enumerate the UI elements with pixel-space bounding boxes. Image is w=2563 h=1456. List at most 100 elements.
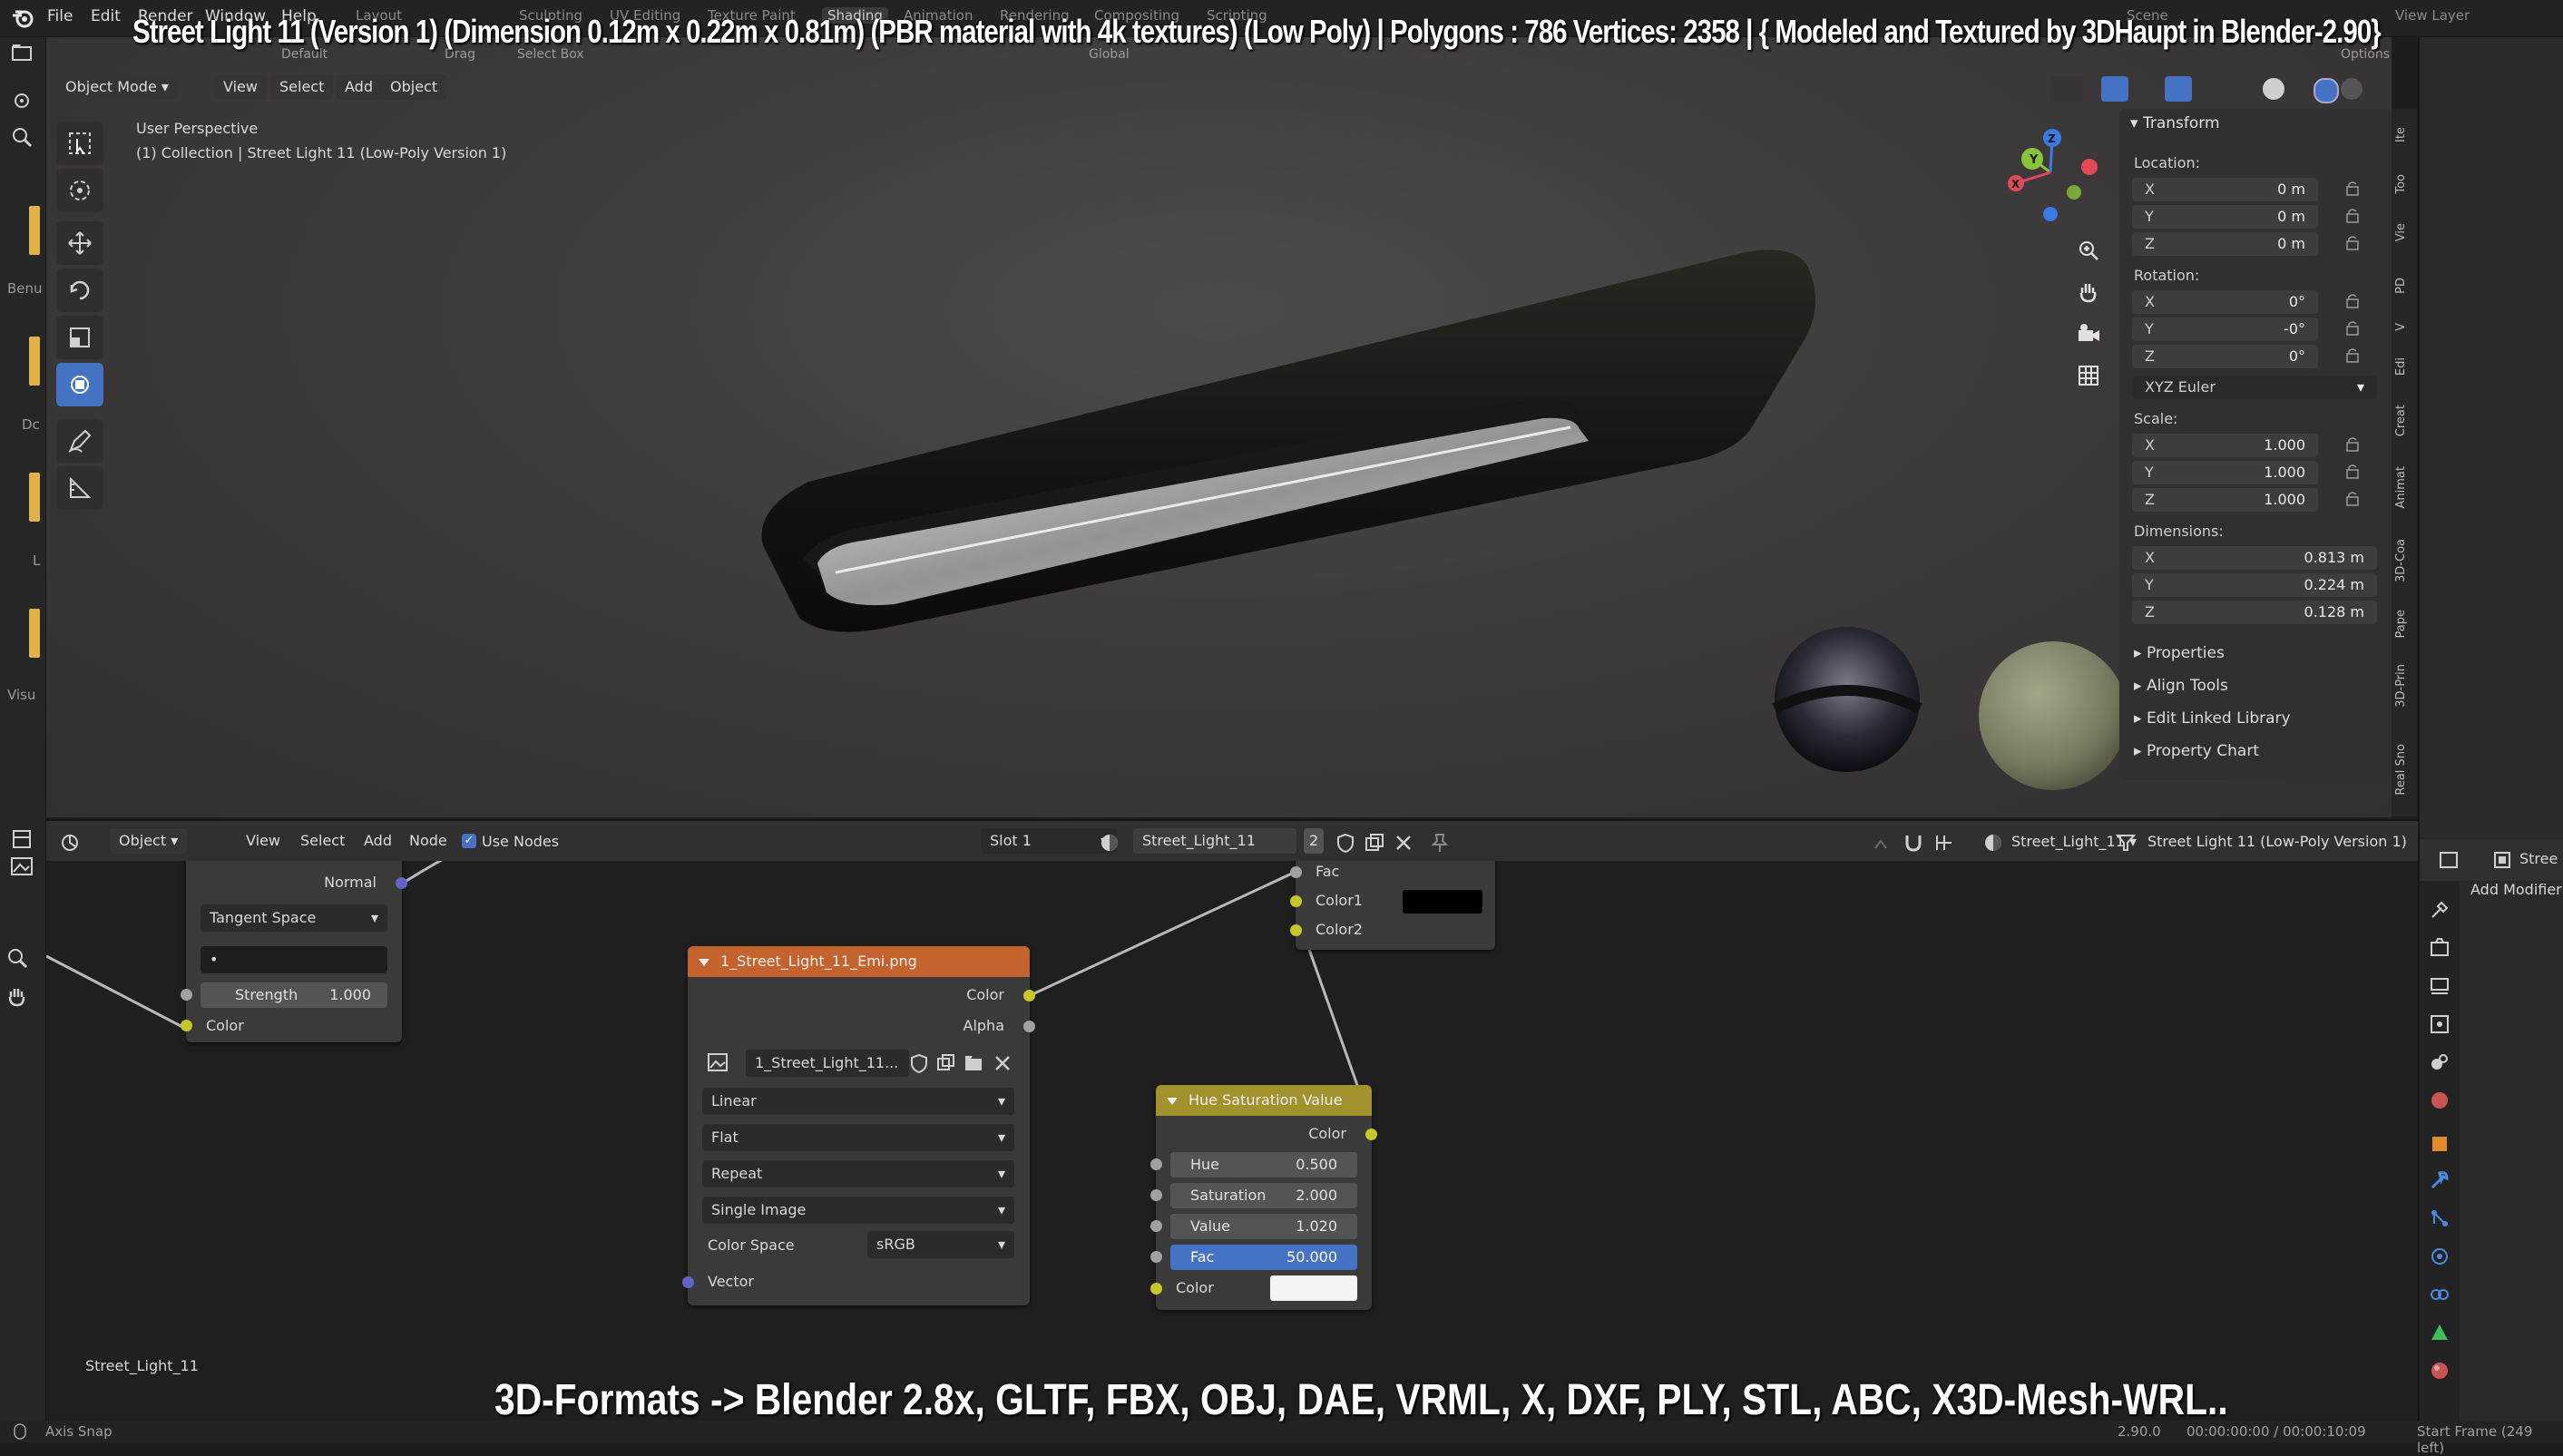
menu-view[interactable]: View (214, 74, 267, 100)
pan-view-button[interactable] (2069, 272, 2108, 312)
hsv-color-output-socket[interactable] (1365, 1129, 1377, 1140)
measure-tool[interactable] (56, 466, 103, 510)
scale-z-field[interactable]: Z 1.000 (2132, 488, 2318, 512)
edit-linked-library-subpanel[interactable]: ▸ Edit Linked Library (2134, 709, 2291, 728)
zoom-icon[interactable] (5, 946, 29, 970)
hsv-node-header[interactable]: Hue Saturation Value (1156, 1085, 1372, 1116)
projection-dropdown[interactable]: Flat ▾ (702, 1124, 1014, 1151)
menu-file[interactable]: File (47, 7, 73, 25)
zoom-view-button[interactable] (2069, 230, 2108, 270)
folder-icon[interactable] (11, 43, 33, 63)
rotation-mode-dropdown[interactable]: XYZ Euler ▾ (2132, 376, 2377, 399)
location-x-field[interactable]: X0 m (2132, 178, 2318, 201)
normal-strength-field[interactable]: Strength 1.000 (201, 982, 387, 1008)
lock-icon[interactable] (2344, 492, 2362, 506)
properties-subpanel[interactable]: ▸ Properties (2134, 644, 2225, 662)
move-tool[interactable] (56, 221, 103, 265)
interpolation-dropdown[interactable]: Linear ▾ (702, 1088, 1014, 1115)
mix-rgb-node[interactable]: Fac Color1 Color2 (1290, 861, 1495, 950)
tool-icon[interactable] (2429, 899, 2451, 921)
hue-field[interactable]: Hue 0.500 (1170, 1152, 1357, 1178)
menu-add[interactable]: Add (336, 74, 382, 100)
rotation-y-field[interactable]: Y -0° (2132, 318, 2318, 341)
annotate-tool[interactable] (56, 419, 103, 463)
mix-color2-socket[interactable] (1290, 924, 1302, 936)
world-icon[interactable] (2429, 1090, 2451, 1111)
transform-panel-header[interactable]: ▾ Transform (2130, 114, 2220, 132)
normal-output-socket[interactable] (396, 877, 407, 889)
uv-map-field[interactable]: • (201, 946, 387, 973)
extension-dropdown[interactable]: Repeat ▾ (702, 1160, 1014, 1187)
editor-type-icon[interactable] (2438, 850, 2461, 870)
collapse-arrow-icon[interactable] (697, 955, 711, 970)
lock-icon[interactable] (2344, 464, 2362, 479)
gizmo-toggle[interactable] (2101, 76, 2128, 102)
image-node-header[interactable]: 1_Street_Light_11_Emi.png (688, 946, 1030, 977)
editor-type-icon[interactable] (11, 828, 33, 850)
rotate-tool[interactable] (56, 269, 103, 312)
color1-swatch[interactable] (1403, 890, 1482, 914)
normal-space-dropdown[interactable]: Tangent Space ▾ (201, 904, 387, 932)
lock-icon[interactable] (2344, 236, 2362, 250)
menu-object[interactable]: Object (381, 74, 447, 100)
shader-editor-icon[interactable] (59, 832, 83, 854)
vector-input-socket[interactable] (682, 1276, 694, 1288)
property-chart-subpanel[interactable]: ▸ Property Chart (2134, 742, 2259, 760)
tab-3d-coat[interactable]: 3D-Coa (2394, 539, 2414, 582)
hsv-color-swatch[interactable] (1270, 1275, 1357, 1301)
image-browse-icon[interactable] (706, 1051, 731, 1073)
tool-settings-icon[interactable] (11, 90, 33, 112)
image-datablock-field[interactable]: 1_Street_Light_11... (746, 1050, 909, 1077)
object-mode-dropdown[interactable]: Object Mode ▾ (56, 74, 178, 100)
snap-element-icon[interactable] (1933, 832, 1961, 854)
transform-tool[interactable] (56, 363, 103, 406)
ortho-toggle-button[interactable] (2069, 356, 2108, 396)
visibility-toggle[interactable] (2050, 76, 2083, 102)
view-layer-selector[interactable]: View Layer (2395, 7, 2470, 24)
physics-icon[interactable] (2429, 1246, 2451, 1267)
collapse-arrow-icon[interactable] (1165, 1094, 1179, 1109)
color-space-dropdown[interactable]: sRGB ▾ (867, 1231, 1014, 1258)
rotation-x-field[interactable]: X 0° (2132, 290, 2318, 314)
mix-fac-socket[interactable] (1290, 866, 1302, 878)
location-y-field[interactable]: Y0 m (2132, 205, 2318, 229)
fac-field[interactable]: Fac 50.000 (1170, 1245, 1357, 1270)
fac-socket[interactable] (1150, 1251, 1162, 1263)
search-icon[interactable] (11, 126, 33, 148)
color-input-socket[interactable] (181, 1020, 192, 1031)
node-menu-node[interactable]: Node (400, 828, 456, 854)
material-sphere-icon[interactable] (1099, 832, 1122, 854)
snap-magnet-icon[interactable] (1903, 832, 1924, 854)
value-field[interactable]: Value 1.020 (1170, 1214, 1357, 1239)
dimension-z-field[interactable]: Z 0.128 m (2132, 601, 2377, 624)
mesh-data-icon[interactable] (2429, 1322, 2451, 1344)
normal-map-node[interactable]: Normal Tangent Space ▾ • Strength 1.000 Co… (181, 861, 407, 1042)
hue-socket[interactable] (1150, 1158, 1162, 1170)
material-icon[interactable] (2429, 1360, 2451, 1382)
lock-icon[interactable] (2344, 209, 2362, 223)
menu-edit[interactable]: Edit (91, 7, 121, 25)
strength-input-socket[interactable] (181, 989, 192, 1001)
shader-node-editor[interactable]: Normal Tangent Space ▾ • Strength 1.000 Co… (46, 861, 2418, 1422)
camera-view-button[interactable] (2069, 314, 2108, 354)
lock-icon[interactable] (2344, 294, 2362, 308)
overlay-toggle[interactable] (2165, 76, 2192, 102)
image-icon[interactable] (9, 855, 34, 879)
location-z-field[interactable]: Z0 m (2132, 232, 2318, 256)
constraints-icon[interactable] (2429, 1284, 2451, 1305)
node-menu-select[interactable]: Select (291, 828, 354, 854)
saturation-socket[interactable] (1150, 1189, 1162, 1201)
image-alpha-output-socket[interactable] (1023, 1021, 1035, 1032)
dimension-y-field[interactable]: Y 0.224 m (2132, 573, 2377, 597)
scale-x-field[interactable]: X 1.000 (2132, 434, 2318, 457)
world-sphere-icon[interactable] (1982, 832, 2004, 854)
saturation-field[interactable]: Saturation 2.000 (1170, 1183, 1357, 1208)
duplicate-material-icon[interactable] (1364, 832, 1385, 854)
select-tool[interactable] (56, 122, 103, 165)
tab-animation[interactable]: Animat (2394, 466, 2414, 508)
lock-icon[interactable] (2344, 348, 2362, 363)
open-image-folder-icon[interactable] (964, 1053, 983, 1073)
view-layer-icon[interactable] (2429, 1013, 2451, 1035)
tab-create[interactable]: Creat (2394, 405, 2414, 436)
lock-icon[interactable] (2344, 181, 2362, 196)
